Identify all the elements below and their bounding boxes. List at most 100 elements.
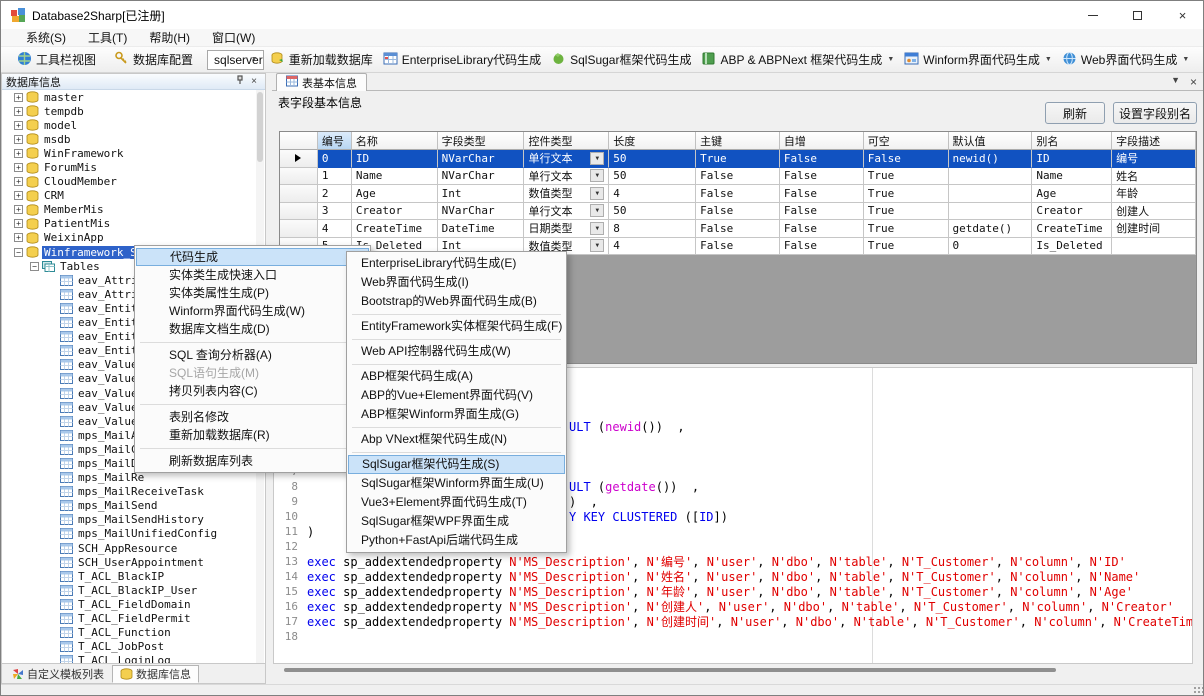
grid-cell[interactable] xyxy=(949,168,1033,186)
tree-item-table[interactable]: SCH_UserAppointment xyxy=(2,555,265,569)
entlib-codegen-button[interactable]: EnterpriseLibrary代码生成 xyxy=(379,49,545,71)
grid-cell[interactable]: 单行文本▼ xyxy=(524,203,609,221)
grid-cell[interactable]: False xyxy=(780,150,864,168)
combo-dropdown-button[interactable]: ▼ xyxy=(590,204,604,217)
grid-cell[interactable]: Name xyxy=(352,168,438,186)
grid-column-header-8[interactable]: 默认值 xyxy=(949,132,1033,150)
context-menu-item-8[interactable]: 拷贝列表内容(C) xyxy=(136,382,369,400)
grid-column-header-5[interactable]: 主键 xyxy=(696,132,780,150)
grid-cell[interactable]: 50 xyxy=(609,150,696,168)
tree-item-table[interactable]: mps_MailSendHistory xyxy=(2,513,265,527)
doc-close-button[interactable]: × xyxy=(1190,75,1197,89)
grid-column-header-2[interactable]: 字段类型 xyxy=(438,132,525,150)
grid-cell[interactable]: newid() xyxy=(949,150,1033,168)
grid-cell[interactable] xyxy=(949,203,1033,221)
grid-cell[interactable]: Age xyxy=(1032,185,1112,203)
grid-cell[interactable] xyxy=(949,185,1033,203)
tree-item-database[interactable]: +WeixinApp xyxy=(2,231,265,245)
doc-menu-dropdown-button[interactable]: ▼ xyxy=(1171,75,1180,89)
expand-icon[interactable]: + xyxy=(14,93,23,102)
sqlsugar-codegen-button[interactable]: SqlSugar框架代码生成 xyxy=(547,49,695,71)
submenu-item-2[interactable]: Bootstrap的Web界面代码生成(B) xyxy=(348,292,565,311)
grid-column-header-4[interactable]: 长度 xyxy=(609,132,696,150)
tree-item-table[interactable]: T_ACL_JobPost xyxy=(2,640,265,654)
grid-column-header-10[interactable]: 字段描述 xyxy=(1112,132,1196,150)
grid-cell[interactable]: 创建人 xyxy=(1112,203,1196,221)
context-menu-item-11[interactable]: 重新加载数据库(R) xyxy=(136,426,369,444)
collapse-icon[interactable]: − xyxy=(30,262,39,271)
tree-item-database[interactable]: +ForumMis xyxy=(2,160,265,174)
grid-row-header[interactable] xyxy=(280,203,318,221)
submenu-item-18[interactable]: Python+FastApi后端代码生成 xyxy=(348,531,565,550)
expand-icon[interactable]: + xyxy=(14,149,23,158)
expand-icon[interactable]: + xyxy=(14,233,23,242)
submenu-item-4[interactable]: EntityFramework实体框架代码生成(F) xyxy=(348,317,565,336)
grid-cell[interactable]: 数值类型▼ xyxy=(524,185,609,203)
tree-item-database[interactable]: +WinFramework xyxy=(2,146,265,160)
context-menu-item-6[interactable]: SQL 查询分析器(A) xyxy=(136,346,369,364)
submenu-item-10[interactable]: ABP框架Winform界面生成(G) xyxy=(348,405,565,424)
grid-cell[interactable]: False xyxy=(780,203,864,221)
grid-cell[interactable]: True xyxy=(864,238,949,256)
grid-cell[interactable]: True xyxy=(864,185,949,203)
minimize-button[interactable] xyxy=(1070,1,1115,29)
grid-cell[interactable]: False xyxy=(696,185,780,203)
combo-dropdown-button[interactable]: ▼ xyxy=(590,187,604,200)
grid-cell[interactable]: 年龄 xyxy=(1112,185,1196,203)
grid-cell[interactable] xyxy=(1112,238,1196,256)
menubar-item-3[interactable]: 窗口(W) xyxy=(201,29,266,47)
grid-cell[interactable]: Name xyxy=(1032,168,1112,186)
grid-cell[interactable]: ID xyxy=(352,150,438,168)
context-menu-item-13[interactable]: 刷新数据库列表 xyxy=(136,452,369,470)
submenu-item-1[interactable]: Web界面代码生成(I) xyxy=(348,273,565,292)
tree-item-database[interactable]: +tempdb xyxy=(2,104,265,118)
toolbar-view-button[interactable]: 工具栏视图 xyxy=(13,49,100,71)
grid-cell[interactable]: False xyxy=(696,168,780,186)
combo-dropdown-button[interactable]: ▼ xyxy=(590,239,604,252)
left-tab-1[interactable]: 数据库信息 xyxy=(112,665,199,683)
tree-item-database[interactable]: +MemberMis xyxy=(2,203,265,217)
grid-row-header[interactable] xyxy=(280,168,318,186)
grid-column-header-0[interactable]: 编号 xyxy=(318,132,352,150)
grid-cell[interactable]: 4 xyxy=(609,185,696,203)
set-field-alias-button[interactable]: 设置字段别名 xyxy=(1113,102,1197,124)
grid-cell[interactable]: 8 xyxy=(609,220,696,238)
grid-cell[interactable]: 4 xyxy=(609,238,696,256)
grid-cell[interactable]: 0 xyxy=(318,150,352,168)
grid-cell[interactable]: Int xyxy=(438,185,525,203)
grid-column-header-9[interactable]: 别名 xyxy=(1032,132,1112,150)
submenu-item-9[interactable]: ABP的Vue+Element界面代码(V) xyxy=(348,386,565,405)
grid-cell[interactable]: 日期类型▼ xyxy=(524,220,609,238)
tree-item-table[interactable]: T_ACL_FieldPermit xyxy=(2,611,265,625)
grid-cell[interactable]: Is_Deleted xyxy=(1032,238,1112,256)
grid-cell[interactable]: False xyxy=(696,220,780,238)
expand-icon[interactable]: + xyxy=(14,135,23,144)
tab-table-basic-info[interactable]: 表基本信息 xyxy=(276,73,367,91)
submenu-item-8[interactable]: ABP框架代码生成(A) xyxy=(348,367,565,386)
grid-cell[interactable]: Creator xyxy=(1032,203,1112,221)
tree-item-table[interactable]: mps_MailSend xyxy=(2,499,265,513)
tree-item-table[interactable]: mps_MailReceiveTask xyxy=(2,485,265,499)
grid-cell[interactable]: 创建时间 xyxy=(1112,220,1196,238)
grid-cell[interactable]: False xyxy=(780,238,864,256)
context-menu-item-4[interactable]: 数据库文档生成(D) xyxy=(136,320,369,338)
submenu-item-6[interactable]: Web API控制器代码生成(W) xyxy=(348,342,565,361)
submenu-item-16[interactable]: Vue3+Element界面代码生成(T) xyxy=(348,493,565,512)
context-menu-item-0[interactable]: 代码生成▶ xyxy=(136,248,369,266)
grid-cell[interactable]: CreateTime xyxy=(1032,220,1112,238)
grid-cell[interactable]: Age xyxy=(352,185,438,203)
expand-icon[interactable]: + xyxy=(14,163,23,172)
web-codegen-button[interactable]: Web界面代码生成 ▼ xyxy=(1058,49,1193,71)
tree-item-table[interactable]: SCH_AppResource xyxy=(2,541,265,555)
grid-cell[interactable]: NVarChar xyxy=(438,203,525,221)
context-menu-item-1[interactable]: 实体类生成快速入口▶ xyxy=(136,266,369,284)
grid-column-header-6[interactable]: 自增 xyxy=(780,132,864,150)
expand-icon[interactable]: + xyxy=(14,205,23,214)
panel-close-button[interactable]: × xyxy=(247,76,261,87)
grid-cell[interactable]: DateTime xyxy=(438,220,525,238)
left-tab-0[interactable]: 自定义模板列表 xyxy=(4,665,112,683)
grid-row-header[interactable] xyxy=(280,185,318,203)
abp-codegen-button[interactable]: ABP & ABPNext 框架代码生成 ▼ xyxy=(697,49,898,71)
grid-cell[interactable]: getdate() xyxy=(949,220,1033,238)
menubar-item-2[interactable]: 帮助(H) xyxy=(138,29,201,47)
